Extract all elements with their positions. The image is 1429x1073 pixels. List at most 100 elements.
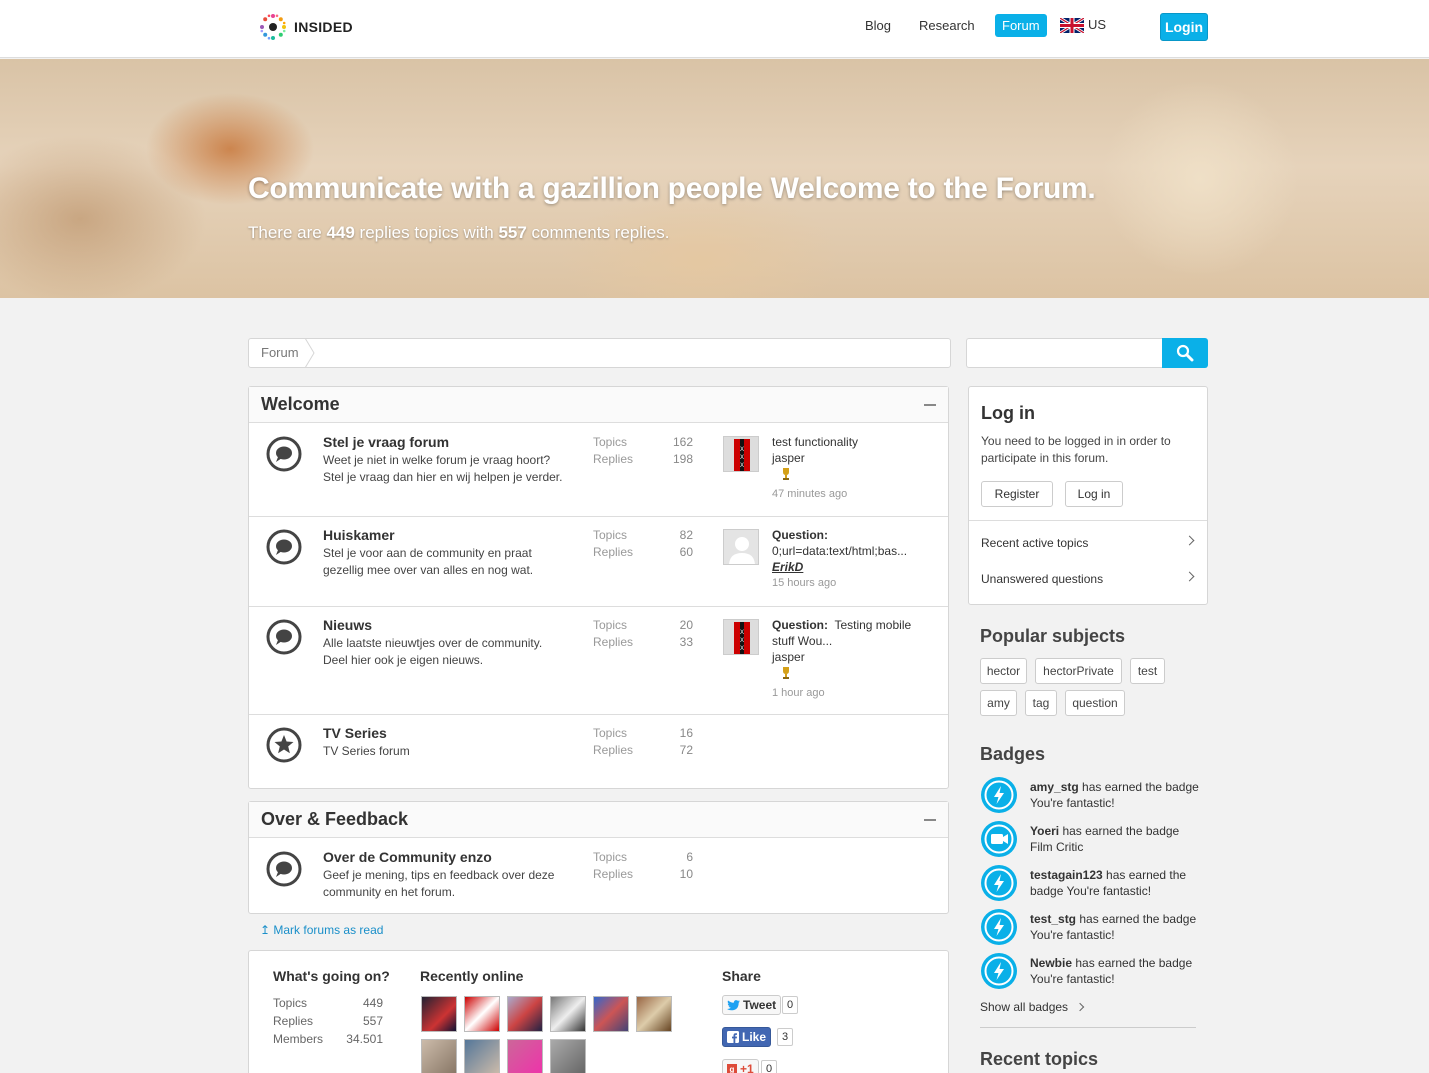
last-post-title[interactable]: test functionality [772, 434, 922, 450]
badge-entry: Yoeri has earned the badge Film Critic [1030, 824, 1180, 854]
last-post-user[interactable]: ErikD [772, 559, 922, 575]
topics-label: Topics [593, 618, 628, 632]
section-welcome: Welcome Stel je vraag forum Weet je niet… [248, 386, 949, 789]
tweet-button[interactable]: Tweet [722, 995, 782, 1015]
like-label: Like [742, 1030, 767, 1044]
locale-selector[interactable]: US [1060, 17, 1106, 34]
stat-label: Members [273, 1032, 324, 1046]
forum-description: Stel je voor aan de community en praat g… [323, 546, 534, 577]
replies-count: 10 [679, 867, 693, 881]
badge-entry: Newbie has earned the badge You're fanta… [1030, 956, 1193, 986]
forum-row[interactable]: TV Series TV Series forum Topics 16 Repl… [249, 715, 948, 788]
mark-read-label: Mark forums as read [273, 923, 384, 937]
register-button[interactable]: Register [981, 481, 1053, 507]
collapse-icon[interactable] [924, 819, 936, 821]
forum-row[interactable]: Stel je vraag forum Weet je niet in welk… [249, 424, 948, 517]
speech-bubble-icon [266, 619, 302, 655]
avatar[interactable]: XXX [723, 436, 759, 472]
badge-entry: amy_stg has earned the badge You're fant… [1030, 780, 1199, 810]
badge-user[interactable]: Yoeri [1030, 824, 1059, 838]
avatar[interactable] [507, 996, 543, 1032]
avatar[interactable] [550, 996, 586, 1032]
forum-title[interactable]: Nieuws [323, 617, 372, 633]
google-plus-button[interactable]: g +1 [722, 1059, 759, 1073]
forum-title[interactable]: TV Series [323, 725, 387, 741]
show-all-label: Show all badges [980, 1000, 1069, 1014]
avatar[interactable]: XXX [723, 619, 759, 655]
log-in-button[interactable]: Log in [1065, 481, 1123, 507]
avatar[interactable] [723, 529, 759, 565]
search-icon [1176, 344, 1194, 362]
top-navigation-bar: INSIDED Blog Research Forum US Login [0, 0, 1429, 58]
badge-user[interactable]: test_stg [1030, 912, 1076, 926]
forum-title[interactable]: Stel je vraag forum [323, 434, 449, 450]
facebook-like-button[interactable]: Like [722, 1027, 772, 1047]
search-button[interactable] [1162, 338, 1208, 368]
replies-count: 60 [679, 545, 693, 559]
login-button[interactable]: Login [1160, 13, 1208, 41]
last-post-title[interactable]: Question: Testing mobile stuff Wou... [772, 617, 922, 649]
stat-label: Topics [273, 996, 308, 1010]
forum-title[interactable]: Huiskamer [323, 527, 395, 543]
insided-logo[interactable]: INSIDED [258, 12, 353, 42]
stat-value: 34.501 [346, 1032, 383, 1046]
section-title: Welcome [261, 394, 340, 414]
last-post-user[interactable]: jasper [772, 649, 922, 665]
trophy-icon [783, 667, 789, 679]
last-post-info: test functionality jasper 47 minutes ago [772, 434, 922, 502]
collapse-icon[interactable] [924, 404, 936, 406]
hero-title: Communicate with a gazillion people Welc… [248, 172, 1096, 205]
badge-user[interactable]: Newbie [1030, 956, 1072, 970]
tag-chip[interactable]: hectorPrivate [1035, 658, 1122, 684]
avatar[interactable] [464, 1039, 500, 1073]
nav-forum-link[interactable]: Forum [995, 14, 1047, 37]
svg-text:X: X [740, 638, 744, 644]
amsterdam-flag-avatar-icon: XXX [724, 620, 758, 654]
tag-chip[interactable]: tag [1025, 690, 1057, 716]
last-post-title[interactable]: Question: 0;url=data:text/html;bas... [772, 527, 922, 559]
forum-title[interactable]: Over de Community enzo [323, 849, 492, 865]
badge-user[interactable]: testagain123 [1030, 868, 1103, 882]
forum-row[interactable]: Huiskamer Stel je voor aan de community … [249, 517, 948, 607]
stat-label: Replies [273, 1014, 314, 1028]
avatar[interactable] [464, 996, 500, 1032]
last-post-user[interactable]: jasper [772, 450, 922, 466]
gplus-label: +1 [740, 1062, 754, 1073]
stat-value: 557 [362, 1014, 383, 1028]
avatar[interactable] [636, 996, 672, 1032]
login-panel: Log in You need to be logged in in order… [968, 386, 1208, 605]
recent-active-topics-link[interactable]: Recent active topics [969, 525, 1207, 561]
topics-label: Topics [593, 726, 628, 740]
login-panel-text: You need to be logged in in order to par… [981, 434, 1171, 465]
nav-blog-link[interactable]: Blog [865, 18, 891, 33]
section-header: Over & Feedback [249, 802, 948, 838]
forum-description: Alle laatste nieuwtjes over de community… [323, 636, 543, 667]
avatar[interactable] [550, 1039, 586, 1073]
breadcrumb-forum[interactable]: Forum [261, 345, 299, 360]
avatar[interactable] [593, 996, 629, 1032]
lightning-icon [981, 865, 1017, 901]
replies-count: 198 [672, 452, 693, 466]
tag-chip[interactable]: question [1065, 690, 1125, 716]
forum-row[interactable]: Nieuws Alle laatste nieuwtjes over de co… [249, 607, 948, 715]
avatar[interactable] [421, 996, 457, 1032]
svg-text:g: g [730, 1065, 735, 1073]
mark-forums-read-link[interactable]: ↥ Mark forums as read [260, 923, 383, 937]
tag-chip[interactable]: amy [980, 690, 1017, 716]
forum-description: Geef je mening, tips en feedback over de… [323, 868, 555, 899]
nav-research-link[interactable]: Research [919, 18, 975, 33]
last-post-info: Question: Testing mobile stuff Wou... ja… [772, 617, 922, 701]
lightning-icon [981, 953, 1017, 989]
last-post-time: 1 hour ago [772, 687, 825, 699]
forum-row[interactable]: Over de Community enzo Geef je mening, t… [249, 839, 948, 914]
unanswered-questions-link[interactable]: Unanswered questions [969, 561, 1207, 597]
badge-user[interactable]: amy_stg [1030, 780, 1079, 794]
avatar[interactable] [421, 1039, 457, 1073]
tag-chip[interactable]: test [1130, 658, 1165, 684]
show-all-badges-link[interactable]: Show all badges [980, 1000, 1085, 1014]
facebook-icon [727, 1031, 739, 1043]
avatar[interactable] [507, 1039, 543, 1073]
default-user-avatar-icon [724, 530, 758, 564]
search-input[interactable] [966, 338, 1163, 368]
tag-chip[interactable]: hector [980, 658, 1027, 684]
